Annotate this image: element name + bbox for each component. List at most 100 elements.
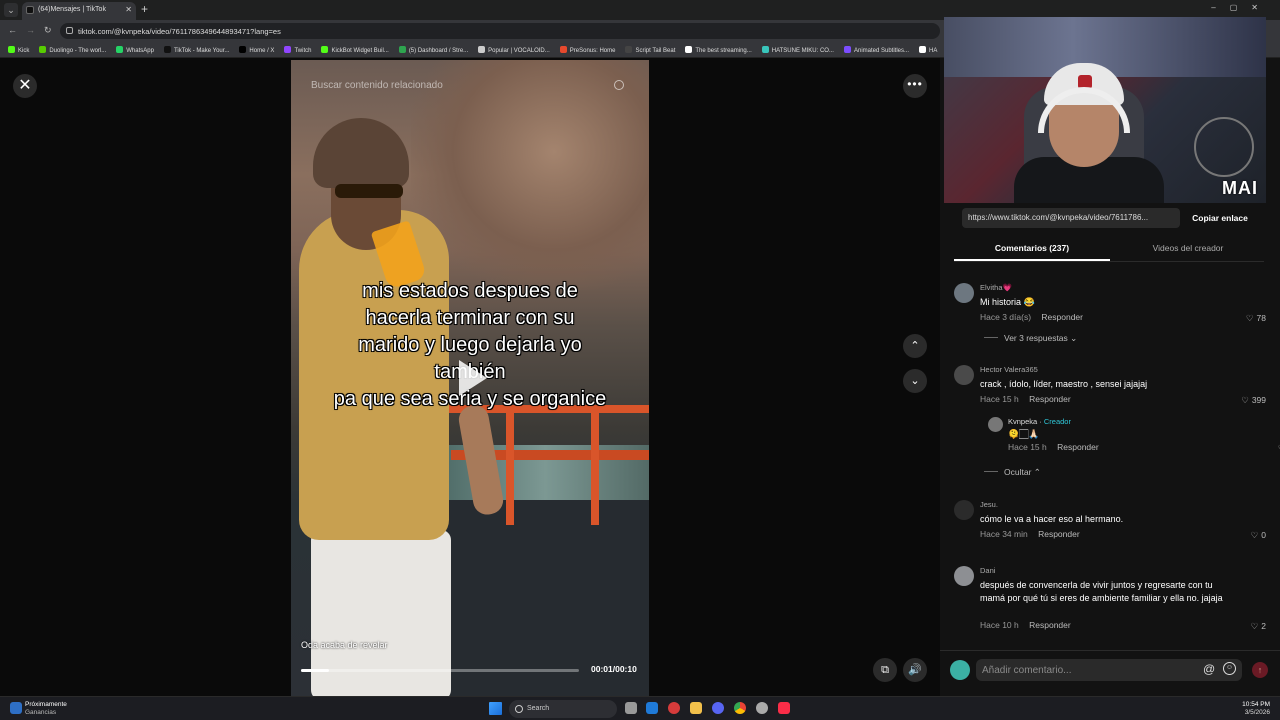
forward-icon[interactable]: → — [26, 25, 35, 35]
video-progress-bar[interactable] — [301, 669, 579, 672]
caption-line: hacerla terminar con su — [365, 307, 575, 329]
chrome-icon[interactable] — [734, 702, 746, 714]
emoji-icon[interactable]: ☺ — [1223, 662, 1236, 675]
bookmark-item[interactable]: (5) Dashboard / Stre... — [398, 46, 468, 54]
reply-author[interactable]: Kvnpeka · Creador — [1008, 417, 1071, 426]
widget-title[interactable]: Próximamente — [25, 701, 67, 708]
discord-icon[interactable] — [712, 702, 724, 714]
avatar[interactable] — [954, 365, 974, 385]
task-view-icon[interactable] — [625, 702, 637, 714]
music-app-icon[interactable] — [778, 702, 790, 714]
active-tab-indicator — [954, 259, 1110, 261]
music-label[interactable]: Oda acaba de revelar — [301, 640, 388, 650]
like-button[interactable]: ♡ 78 — [1246, 313, 1266, 324]
like-button[interactable]: ♡ 399 — [1241, 395, 1266, 406]
app-icon[interactable] — [668, 702, 680, 714]
bookmark-item[interactable]: TikTok - Make Your... — [163, 46, 230, 54]
more-options-button[interactable]: ••• — [903, 74, 927, 98]
bookmark-item[interactable]: Animated Subtitles... — [843, 46, 909, 54]
view-replies-toggle[interactable]: Ver 3 respuestas ⌄ — [984, 333, 1077, 344]
bookmark-item[interactable]: Script Tail Beat — [625, 46, 675, 54]
divider-line — [984, 471, 998, 472]
tab-comments[interactable]: Comentarios (237) — [954, 243, 1110, 253]
avatar[interactable] — [954, 283, 974, 303]
bookmark-item[interactable]: PreSonus: Home — [559, 46, 615, 54]
new-tab-button[interactable]: + — [141, 2, 148, 16]
comment-author[interactable]: Elvitha💗 — [980, 283, 1012, 292]
tab-title: (64)Mensajes | TikTok — [38, 6, 106, 13]
avatar[interactable] — [954, 566, 974, 586]
video-link-field[interactable]: https://www.tiktok.com/@kvnpeka/video/76… — [962, 208, 1180, 228]
reload-icon[interactable]: ↻ — [44, 25, 52, 36]
bookmark-item[interactable]: HATSUNE MIKU: CO... — [761, 46, 834, 54]
search-icon[interactable] — [614, 80, 624, 90]
send-comment-button[interactable]: ↑ — [1252, 662, 1268, 678]
reply-button[interactable]: Responder — [1029, 394, 1071, 404]
panel-tabs: Comentarios (237) Videos del creador — [954, 234, 1264, 262]
taskbar-date[interactable]: 3/5/2026 — [1245, 709, 1270, 716]
mention-icon[interactable]: @ — [1203, 662, 1215, 676]
edge-icon[interactable] — [646, 702, 658, 714]
site-info-icon[interactable] — [66, 27, 73, 34]
taskbar-time[interactable]: 10:54 PM — [1242, 701, 1270, 708]
back-icon[interactable]: ← — [8, 25, 17, 35]
bookmark-label: WhatsApp — [126, 48, 154, 54]
tab-search-dropdown[interactable]: ⌄ — [4, 3, 18, 17]
widget-icon[interactable] — [10, 702, 22, 714]
reply-button[interactable]: Responder — [1029, 620, 1071, 630]
video-player[interactable]: Buscar contenido relacionado mis estados… — [291, 60, 649, 696]
comment-item: Dani después de convencerla de vivir jun… — [954, 566, 1270, 632]
play-icon[interactable] — [459, 360, 487, 396]
bookmark-label: Duolingo - The worl... — [49, 48, 107, 54]
reply-button[interactable]: Responder — [1041, 312, 1083, 322]
toggle-label: Ocultar ⌃ — [1004, 467, 1041, 477]
hide-replies-toggle[interactable]: Ocultar ⌃ — [984, 467, 1041, 478]
address-bar[interactable]: tiktok.com/@kvnpeka/video/76117863496448… — [60, 23, 940, 39]
taskbar-search[interactable]: Search — [509, 700, 617, 718]
reply-button[interactable]: Responder — [1057, 442, 1099, 452]
comment-author[interactable]: Dani — [980, 566, 995, 575]
settings-icon[interactable] — [756, 702, 768, 714]
volume-icon[interactable]: 🔊 — [903, 658, 927, 682]
bookmark-item[interactable]: Home / X — [239, 46, 274, 54]
bookmark-item[interactable]: Twitch — [284, 46, 311, 54]
reply-item: Kvnpeka · Creador 🫠🏻🙏🏻 Hace 15 h Respond… — [988, 417, 1280, 457]
bookmark-item[interactable]: Popular | VOCALOID... — [478, 46, 550, 54]
bookmark-favicon-icon — [8, 46, 15, 53]
comment-author[interactable]: Hector Valera365 — [980, 365, 1038, 374]
bookmark-label: TikTok - Make Your... — [173, 48, 230, 54]
like-button[interactable]: ♡ 2 — [1251, 621, 1266, 632]
like-button[interactable]: ♡ 0 — [1251, 530, 1266, 541]
close-video-button[interactable]: ✕ — [13, 74, 37, 98]
file-explorer-icon[interactable] — [690, 702, 702, 714]
comment-author[interactable]: Jesu. — [980, 500, 998, 509]
bookmark-label: Twitch — [294, 48, 312, 54]
bookmark-label: HATSUNE MIKU: CO... — [771, 48, 834, 54]
bookmark-favicon-icon — [163, 46, 171, 53]
next-video-button[interactable]: ⌄ — [903, 369, 927, 393]
bookmark-item[interactable]: WhatsApp — [116, 46, 154, 54]
previous-video-button[interactable]: ⌃ — [903, 334, 927, 358]
bookmark-item[interactable]: Duolingo - The worl... — [39, 46, 106, 54]
divider-line — [984, 337, 998, 338]
floating-player-icon[interactable]: ⧉ — [873, 658, 897, 682]
like-count: 2 — [1261, 621, 1266, 631]
windows-start-icon[interactable] — [489, 702, 502, 715]
bookmark-item[interactable]: Kick — [8, 46, 29, 54]
comment-time: Hace 34 min — [980, 529, 1028, 539]
tab-creator-videos[interactable]: Videos del creador — [1110, 243, 1266, 253]
related-search-input[interactable]: Buscar contenido relacionado — [311, 80, 443, 91]
reply-button[interactable]: Responder — [1038, 529, 1080, 539]
copy-link-button[interactable]: Copiar enlace — [1182, 208, 1258, 228]
bookmark-favicon-icon — [685, 46, 693, 53]
bookmark-item[interactable]: KickBot Widget Buil... — [321, 46, 389, 54]
bookmark-favicon-icon — [116, 46, 124, 53]
bookmark-item[interactable]: The best streaming... — [685, 46, 752, 54]
avatar[interactable] — [954, 500, 974, 520]
avatar[interactable] — [988, 417, 1003, 432]
close-tab-icon[interactable]: ✕ — [125, 5, 132, 14]
bookmark-item[interactable]: HA — [919, 46, 937, 54]
browser-tab[interactable]: (64)Mensajes | TikTok ✕ — [22, 2, 136, 20]
bookmark-label: The best streaming... — [695, 48, 752, 54]
window-controls[interactable]: –▢✕ — [1211, 3, 1272, 12]
